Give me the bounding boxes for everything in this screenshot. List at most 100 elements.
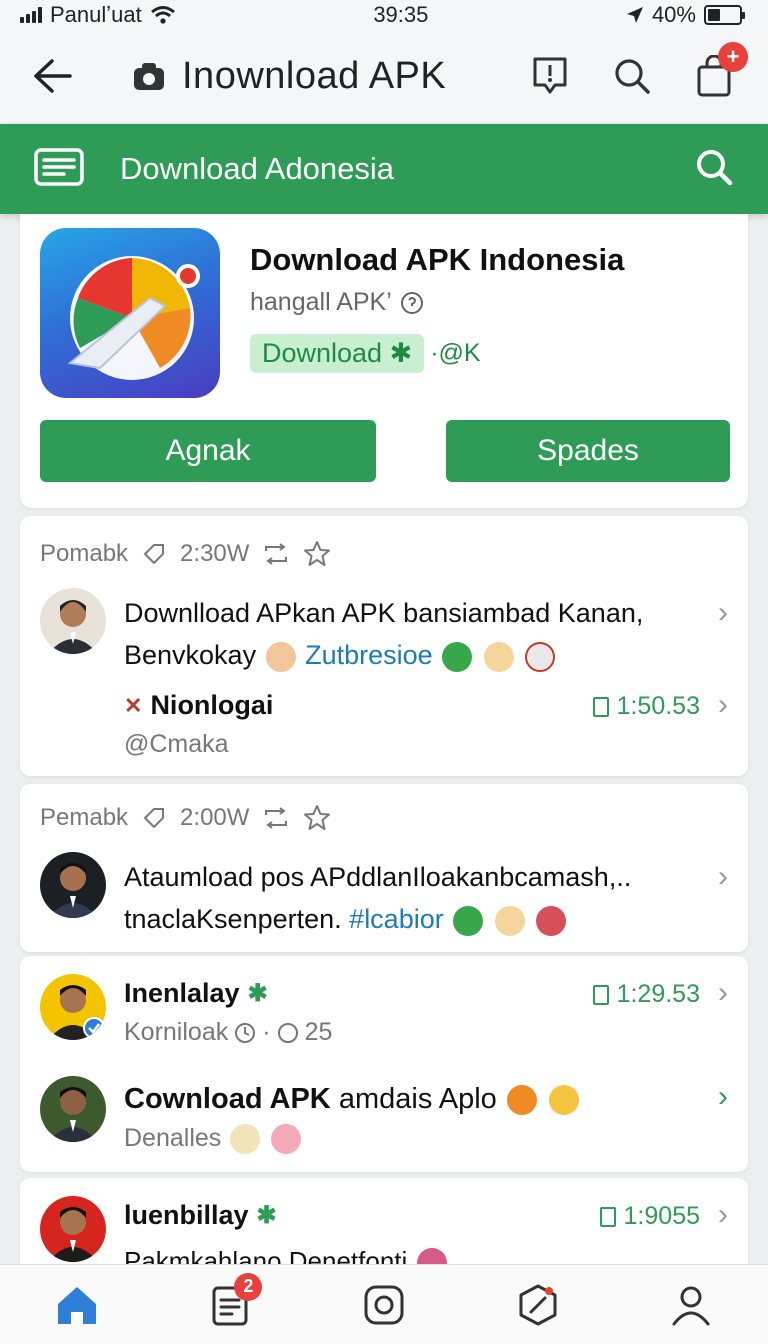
chevron-right-icon[interactable]: › — [718, 1080, 728, 1114]
avatar[interactable] — [40, 1196, 106, 1262]
verified-star-icon: ✱ — [247, 980, 268, 1007]
chevron-right-icon[interactable]: › — [718, 1198, 728, 1232]
signal-icon — [20, 7, 42, 23]
post-meta: Korniloak · 25 — [124, 1018, 333, 1046]
back-arrow-icon — [34, 59, 72, 93]
duration-icon — [599, 1206, 616, 1227]
nav-home[interactable] — [47, 1275, 107, 1335]
post-duration-value: 1:50.53 — [616, 692, 700, 720]
back-button[interactable] — [24, 48, 80, 104]
post-text-line2-body: Benvkokay — [124, 640, 257, 670]
secondary-action-button[interactable]: Spades — [446, 420, 730, 482]
post-label: Pomabk — [40, 540, 129, 567]
post-duration-value: 1:9055 — [623, 1202, 700, 1230]
nav-profile[interactable] — [661, 1275, 721, 1335]
post-author[interactable]: ✕ Nionlogai — [124, 690, 273, 721]
post-author[interactable]: Inenlalay ✱ — [124, 978, 268, 1009]
star-icon[interactable] — [303, 804, 331, 832]
menu-button[interactable] — [34, 147, 84, 192]
section-title: Download Adonesia — [120, 151, 395, 186]
post-title-rest: amdais Aplo — [338, 1083, 497, 1115]
report-button[interactable] — [526, 52, 574, 100]
star-icon[interactable] — [303, 540, 331, 568]
duration-icon — [592, 984, 609, 1005]
app-developer: hangall APK’ — [250, 288, 392, 316]
post-title: Cownload APK amdais Aplo — [124, 1078, 581, 1120]
post-text: Downlload APkan APK bansiambad Kanan, Be… — [124, 592, 643, 676]
post-subtitle: Denalles — [124, 1124, 303, 1155]
emoji-icon — [506, 1085, 537, 1116]
post-author[interactable]: luenbillay ✱ — [124, 1200, 277, 1231]
clock: 39:35 — [373, 2, 429, 27]
nav-camera[interactable] — [354, 1275, 414, 1335]
emoji-icon — [483, 641, 514, 672]
post-card-3: Inenlalay ✱ Korniloak · 25 1:29.53 › Cow… — [20, 956, 748, 1172]
emoji-icon — [525, 641, 556, 672]
app-tag-row: Download ✱ ·@K — [250, 334, 481, 373]
post-author-name: Inenlalay — [124, 978, 240, 1008]
search-icon — [697, 149, 733, 185]
battery-percent: 40% — [651, 2, 696, 27]
avatar[interactable] — [40, 852, 106, 918]
home-icon — [57, 1286, 96, 1324]
post-author-name: Nionlogai — [150, 690, 274, 720]
wifi-icon — [150, 6, 175, 24]
app-logo — [40, 228, 220, 398]
search-button[interactable] — [608, 52, 656, 100]
profile-icon — [672, 1286, 710, 1325]
primary-action-button[interactable]: Agnak — [40, 420, 376, 482]
avatar[interactable] — [40, 1076, 106, 1142]
report-icon — [533, 57, 567, 94]
chevron-right-icon[interactable]: › — [718, 688, 728, 722]
app-subtitle: hangall APK’ — [250, 288, 424, 317]
info-circle-icon — [400, 291, 423, 314]
menu-icon — [34, 147, 84, 186]
bottom-navigation: 2 — [0, 1264, 768, 1344]
section-search-button[interactable] — [694, 147, 734, 192]
download-tag[interactable]: Download ✱ — [250, 334, 425, 373]
post-card-4: luenbillay ✱ 1:9055 › Pakmkahlano Denetf… — [20, 1178, 748, 1279]
comment-count: 25 — [304, 1018, 333, 1046]
verified-star-icon: ✱ — [256, 1202, 277, 1229]
app-header: Inownload APK + — [0, 30, 768, 122]
tag-icon — [143, 544, 165, 565]
chevron-right-icon[interactable]: › — [718, 860, 728, 894]
camera-icon — [364, 1285, 404, 1324]
hashtag-link[interactable]: #lcabior — [349, 904, 444, 934]
status-bar: Panulʼuat 39:35 40% — [0, 0, 768, 30]
carrier-name: Panulʼuat — [50, 2, 142, 27]
flag-icon: ✕ — [124, 692, 143, 718]
location-arrow-icon — [626, 7, 643, 23]
repost-icon — [265, 807, 288, 829]
emoji-icon — [265, 641, 296, 672]
clock-icon — [235, 1022, 256, 1043]
emoji-icon — [494, 905, 525, 936]
page-title: Inownload APK — [182, 54, 447, 97]
chevron-right-icon[interactable]: › — [718, 976, 728, 1010]
notification-badge: + — [718, 42, 748, 72]
emoji-icon — [453, 905, 484, 936]
avatar[interactable] — [40, 974, 106, 1040]
avatar[interactable] — [40, 588, 106, 654]
emoji-icon — [536, 905, 567, 936]
nav-news[interactable]: 2 — [200, 1272, 263, 1335]
emoji-icon — [442, 641, 473, 672]
search-icon — [615, 59, 650, 94]
post-handle: @Cmaka — [124, 730, 229, 758]
post-text-line2: tnaclaKsenperten. #lcabior — [124, 898, 631, 940]
lock-icon — [134, 63, 164, 90]
post-card-1: Pomabk 2:30W Downlload APkan APK bansiam… — [20, 516, 748, 776]
post-duration: 1:50.53 — [592, 692, 700, 721]
nav-explore[interactable] — [508, 1275, 568, 1335]
chevron-right-icon[interactable]: › — [718, 596, 728, 630]
app-card: Download APK Indonesia hangall APK’ Down… — [20, 214, 748, 508]
post-header: Pemabk 2:00W — [40, 804, 331, 832]
post-author-name: luenbillay — [124, 1200, 249, 1230]
post-text-line2-body: tnaclaKsenperten. — [124, 904, 342, 934]
repost-icon — [265, 543, 288, 565]
tag-icon — [143, 808, 165, 829]
post-duration: 1:9055 — [599, 1202, 700, 1231]
bag-button[interactable]: + — [690, 42, 748, 100]
hashtag-link[interactable]: Zutbresioe — [305, 640, 433, 670]
emoji-icon — [548, 1085, 579, 1116]
